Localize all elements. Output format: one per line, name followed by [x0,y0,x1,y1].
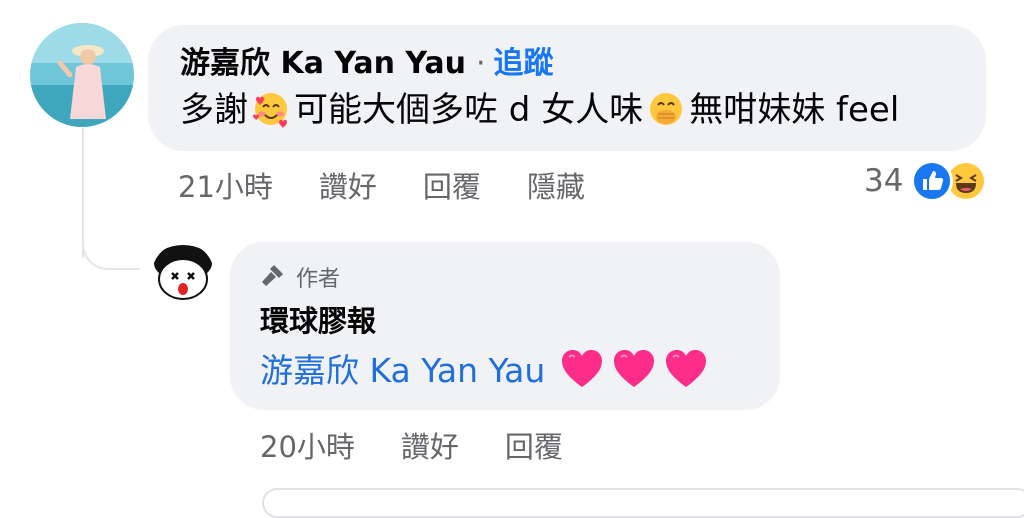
reactions-summary[interactable]: 34 [864,160,988,202]
pink-heart-icon [560,349,604,402]
author-badge-label: 作者 [296,266,341,292]
comment-text-part-3: 無咁妹妹 feel [689,90,900,130]
microphone-icon [260,262,286,297]
hand-over-mouth-icon [647,90,685,140]
reply-actions: 20小時 讚好 回覆 [260,424,563,466]
comment-text-part-1: 多謝 [180,90,248,130]
reply-bubble: 作者 環球膠報 游嘉欣 Ka Yan Yau [230,242,780,410]
comment-text: 多謝 可能大個多咗 d 女人味 無咁妹妹 feel [180,87,986,140]
reply-timestamp[interactable]: 20小時 [260,424,355,466]
reply-like-button[interactable]: 讚好 [401,424,459,466]
comment-actions: 21小時 讚好 回覆 隱藏 [178,164,585,206]
smiling-face-with-hearts-icon [252,90,290,140]
mention-link[interactable]: 游嘉欣 Ka Yan Yau [260,351,545,390]
avatar-reply[interactable] [152,243,214,305]
reply-author[interactable]: 環球膠報 [260,301,780,341]
author-badge: 作者 [260,262,780,297]
avatar-main[interactable] [30,23,134,127]
pink-heart-icon [612,349,656,402]
comment-header: 游嘉欣 Ka Yan Yau · 追蹤 [180,45,986,83]
thread-connector [82,230,140,270]
follow-link[interactable]: 追蹤 [494,46,554,81]
comment-author[interactable]: 游嘉欣 Ka Yan Yau [180,46,466,81]
pink-heart-icon [664,349,708,402]
reaction-count: 34 [864,163,904,199]
comment-text-part-2: 可能大個多咗 d 女人味 [294,90,644,130]
like-button[interactable]: 讚好 [319,164,377,206]
like-reaction-icon [911,160,954,202]
comment-timestamp[interactable]: 21小時 [178,164,273,206]
comment-bubble: 游嘉欣 Ka Yan Yau · 追蹤 多謝 可能大個多咗 d 女人味 無咁妹妹… [148,25,986,151]
hide-button[interactable]: 隱藏 [527,164,585,206]
reply-input-box[interactable] [262,488,1024,518]
reply-text: 游嘉欣 Ka Yan Yau [260,347,780,402]
separator-dot: · [475,46,486,81]
reply-reply-button[interactable]: 回覆 [505,424,563,466]
reply-button[interactable]: 回覆 [423,164,481,206]
